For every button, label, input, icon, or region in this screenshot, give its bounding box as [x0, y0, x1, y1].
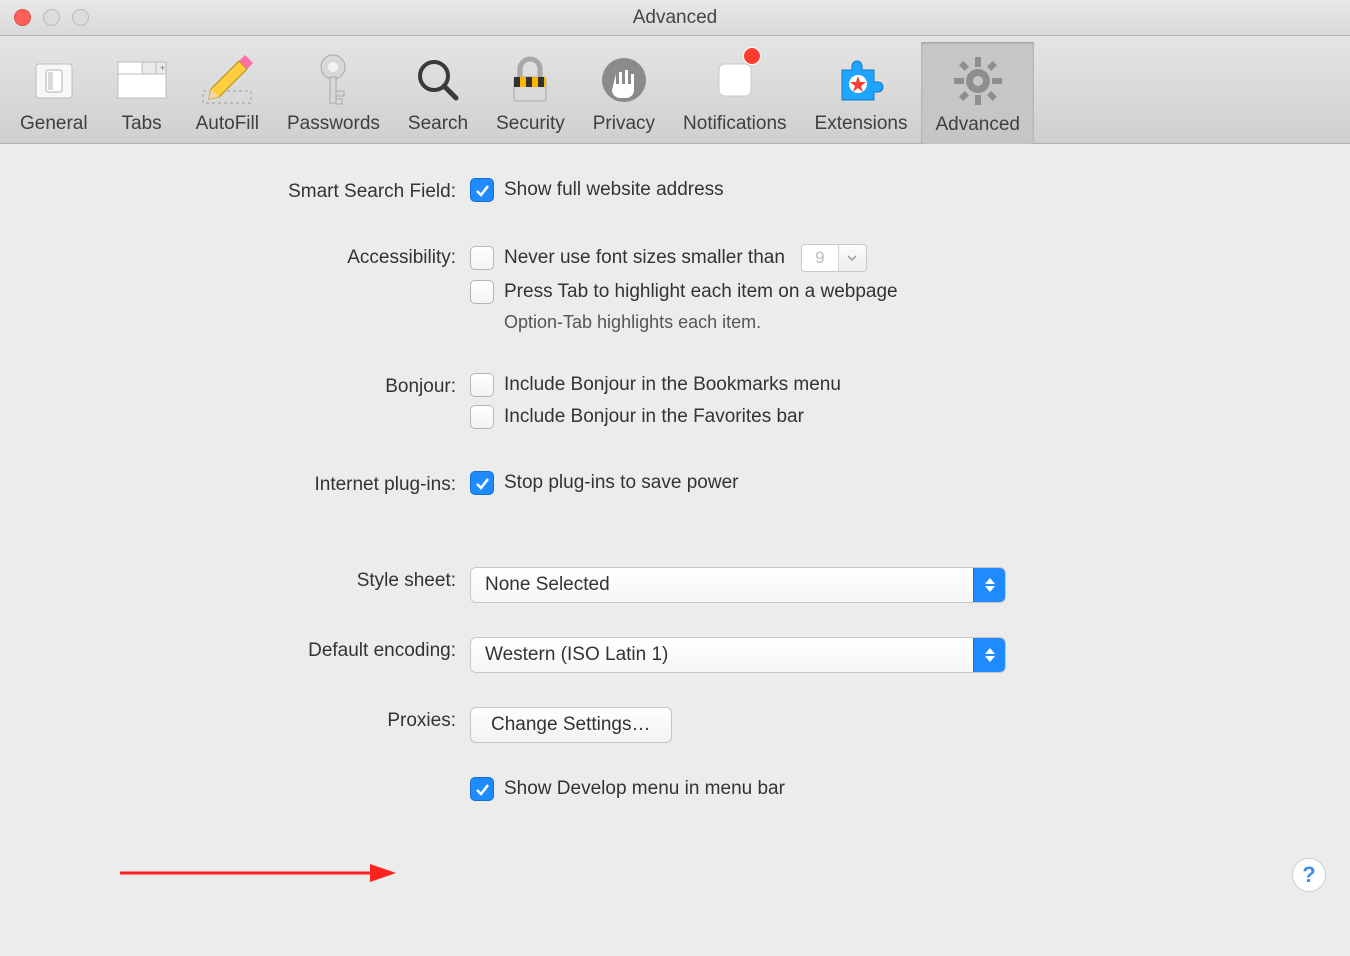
stylesheet-label: Style sheet:: [40, 567, 470, 592]
change-settings-button[interactable]: Change Settings…: [470, 707, 672, 743]
min-font-checkbox[interactable]: [470, 246, 494, 270]
pencil-icon: [199, 55, 255, 105]
tab-autofill[interactable]: AutoFill: [182, 36, 273, 143]
tab-tabs[interactable]: + Tabs: [102, 36, 182, 143]
smart-search-label: Smart Search Field:: [40, 178, 470, 203]
tab-passwords[interactable]: Passwords: [273, 36, 394, 143]
tab-notifications[interactable]: Notifications: [669, 36, 801, 143]
tab-extensions[interactable]: Extensions: [801, 36, 922, 143]
select-arrows-icon: [973, 568, 1005, 602]
encoding-value: Western (ISO Latin 1): [471, 644, 973, 666]
chevron-down-icon[interactable]: [838, 245, 866, 271]
lock-icon: [508, 55, 552, 105]
key-icon: [313, 53, 353, 107]
show-full-address-checkbox[interactable]: [470, 178, 494, 202]
tab-advanced[interactable]: Advanced: [921, 42, 1034, 144]
switch-icon: [34, 58, 74, 102]
advanced-pane: Smart Search Field: Show full website ad…: [0, 144, 1350, 857]
tab-search[interactable]: Search: [394, 36, 482, 143]
plugins-label: Internet plug-ins:: [40, 471, 470, 496]
titlebar: Advanced: [0, 0, 1350, 36]
annotation-arrow-icon: [120, 858, 400, 888]
help-button[interactable]: ?: [1292, 858, 1326, 892]
proxies-label: Proxies:: [40, 707, 470, 732]
min-font-text: Never use font sizes smaller than: [504, 247, 785, 269]
hand-icon: [600, 56, 648, 104]
accessibility-hint: Option-Tab highlights each item.: [504, 312, 1310, 333]
preferences-toolbar: General + Tabs AutoFill: [0, 36, 1350, 144]
notification-badge-icon: [743, 47, 761, 65]
encoding-label: Default encoding:: [40, 637, 470, 662]
tab-general[interactable]: General: [6, 36, 102, 143]
show-develop-checkbox[interactable]: [470, 777, 494, 801]
puzzle-icon: [836, 56, 886, 104]
encoding-select[interactable]: Western (ISO Latin 1): [470, 637, 1006, 673]
select-arrows-icon: [973, 638, 1005, 672]
svg-text:+: +: [160, 63, 165, 73]
press-tab-text: Press Tab to highlight each item on a we…: [504, 281, 898, 303]
show-full-address-text: Show full website address: [504, 179, 724, 201]
bonjour-bookmarks-text: Include Bonjour in the Bookmarks menu: [504, 374, 841, 396]
stylesheet-select[interactable]: None Selected: [470, 567, 1006, 603]
window-title: Advanced: [0, 7, 1350, 29]
min-font-value: 9: [802, 245, 838, 271]
bonjour-bookmarks-checkbox[interactable]: [470, 373, 494, 397]
min-font-stepper[interactable]: 9: [801, 244, 867, 272]
bonjour-label: Bonjour:: [40, 373, 470, 398]
accessibility-label: Accessibility:: [40, 244, 470, 269]
bonjour-favorites-text: Include Bonjour in the Favorites bar: [504, 406, 804, 428]
search-icon: [414, 56, 462, 104]
show-develop-text: Show Develop menu in menu bar: [504, 778, 785, 800]
tab-privacy[interactable]: Privacy: [579, 36, 669, 143]
stylesheet-value: None Selected: [471, 574, 973, 596]
stop-plugins-text: Stop plug-ins to save power: [504, 472, 738, 494]
gear-icon: [952, 55, 1004, 107]
tabs-icon: +: [116, 60, 168, 100]
tab-security[interactable]: Security: [482, 36, 579, 143]
press-tab-checkbox[interactable]: [470, 280, 494, 304]
stop-plugins-checkbox[interactable]: [470, 471, 494, 495]
bonjour-favorites-checkbox[interactable]: [470, 405, 494, 429]
